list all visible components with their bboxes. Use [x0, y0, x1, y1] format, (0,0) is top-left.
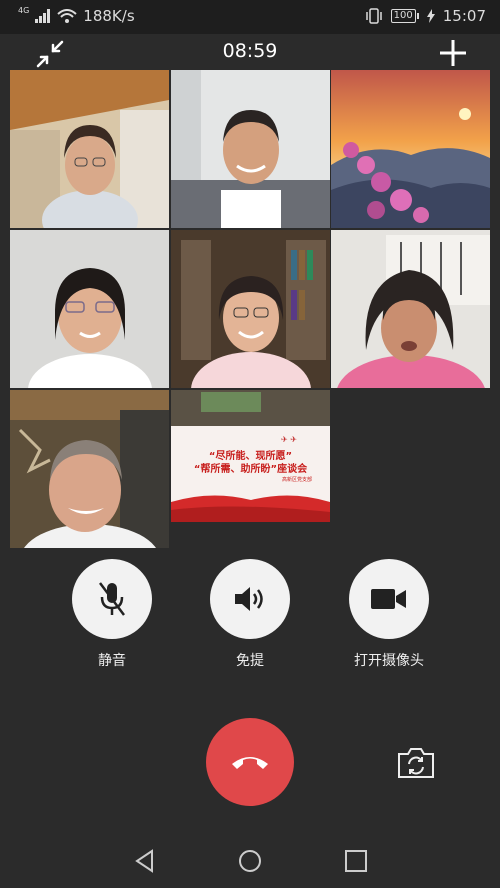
- banner-line-3: 高新区党支部: [281, 477, 312, 483]
- video-feed-1: [10, 70, 169, 228]
- video-feed-5: [171, 230, 330, 388]
- camera-label: 打开摄像头: [354, 653, 424, 669]
- status-left: 4G 188K/s: [18, 5, 135, 26]
- battery-cap: [416, 13, 419, 19]
- camera-button[interactable]: [349, 559, 429, 639]
- video-grid: ✈ ✈ “尽所能、现所愿” “帮所需、助所盼”座谈会 高新区党支部: [10, 70, 490, 548]
- back-icon[interactable]: [132, 848, 158, 874]
- participant-tile-6[interactable]: [331, 230, 490, 388]
- video-feed-7: [10, 390, 169, 548]
- speaker-label: 免提: [236, 653, 264, 669]
- charging-icon: [426, 9, 435, 23]
- mute-button[interactable]: [72, 559, 152, 639]
- banner-line-1: “尽所能、现所愿”: [208, 451, 293, 462]
- video-feed-4: [10, 230, 169, 388]
- battery-indicator: 100: [390, 9, 419, 23]
- clock: 15:07: [442, 7, 486, 25]
- banner-line-2: “帮所需、助所盼”座谈会: [193, 464, 308, 475]
- hang-up-button[interactable]: [206, 718, 294, 806]
- status-right: 100 15:07: [365, 7, 486, 25]
- video-feed-3: [331, 70, 490, 228]
- video-feed-2: [171, 70, 330, 228]
- signal-icon: [35, 9, 51, 23]
- network-speed: 188K/s: [83, 7, 135, 25]
- network-type: 4G: [18, 5, 30, 15]
- video-feed-6: [331, 230, 490, 388]
- speaker-icon: [235, 587, 263, 611]
- participant-tile-5[interactable]: [171, 230, 330, 388]
- wifi-icon: [57, 9, 77, 23]
- battery-level: 100: [390, 9, 416, 23]
- switch-camera-icon[interactable]: [396, 746, 436, 780]
- participant-tile-1[interactable]: [10, 70, 169, 228]
- status-bar: 4G 188K/s 100 15:07: [0, 0, 500, 34]
- recents-icon[interactable]: [343, 848, 369, 874]
- video-camera-icon: [371, 589, 406, 609]
- call-header: 08:59: [0, 34, 500, 70]
- call-timer: 08:59: [222, 40, 278, 62]
- participant-tile-2[interactable]: [171, 70, 330, 228]
- navigation-bar: [0, 832, 500, 888]
- speaker-button[interactable]: [210, 559, 290, 639]
- phone-hangup-icon: [232, 757, 268, 769]
- participant-tile-3[interactable]: [331, 70, 490, 228]
- vibrate-icon: [365, 8, 382, 24]
- participant-tile-7[interactable]: [10, 390, 169, 548]
- mute-label: 静音: [98, 653, 126, 669]
- add-participant-icon[interactable]: [438, 38, 468, 68]
- participant-tile-4[interactable]: [10, 230, 169, 388]
- home-icon[interactable]: [237, 848, 263, 874]
- mic-off-icon: [99, 582, 125, 616]
- svg-text:✈ ✈: ✈ ✈: [281, 435, 297, 444]
- participant-tile-8[interactable]: ✈ ✈ “尽所能、现所愿” “帮所需、助所盼”座谈会 高新区党支部: [171, 390, 330, 548]
- tv-banner-text: “尽所能、现所愿” “帮所需、助所盼”座谈会 高新区党支部: [171, 450, 330, 484]
